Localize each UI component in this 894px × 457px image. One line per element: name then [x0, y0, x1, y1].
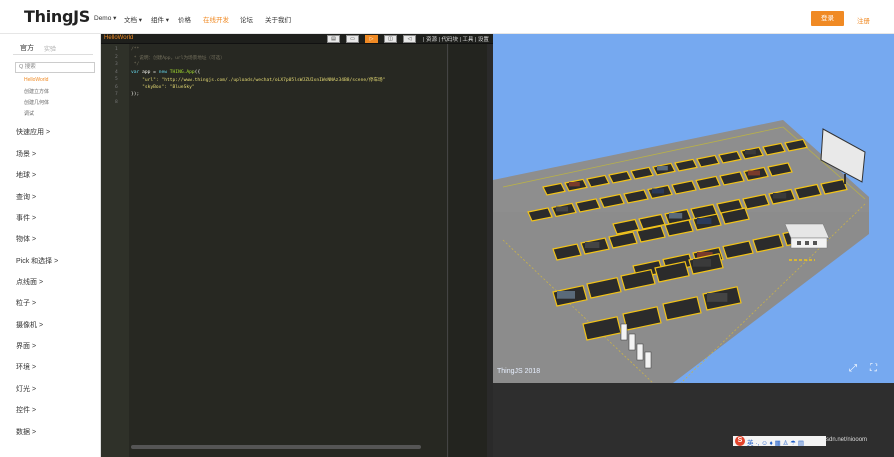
send-icon[interactable]: ◁ [403, 35, 416, 43]
parked-car [585, 242, 600, 249]
sidebar-item-create-geometry[interactable]: 创建几何体 [24, 99, 49, 106]
code-token: "http://www.thingjs.com/./uploads/wechat… [161, 78, 386, 83]
sidebar-item-create-cube[interactable]: 创建立方体 [24, 88, 49, 95]
code-token: "url": [131, 78, 162, 83]
parked-car [557, 291, 575, 299]
category-objects[interactable]: 物体 > [16, 234, 36, 244]
line-gutter [101, 44, 129, 457]
top-navbar: ThingJS Demo ▾ 文档 ▾ 组件 ▾ 价格 在线开发 论坛 关于我们… [0, 0, 894, 34]
line-number: 4 [115, 69, 118, 75]
editor-title: HelloWorld [104, 35, 134, 41]
register-link[interactable]: 注册 [857, 15, 870, 25]
line-number: 5 [115, 77, 118, 82]
fullscreen-icon[interactable]: ⛶ [870, 363, 877, 374]
sidebar-item-helloworld[interactable]: HelloWorld [24, 77, 48, 83]
category-earth[interactable]: 地球 > [16, 170, 36, 180]
nav-about[interactable]: 关于我们 [265, 14, 291, 24]
category-scene[interactable]: 场景 > [16, 149, 36, 159]
code-line: "url": "http://www.thingjs.com/./uploads… [131, 77, 385, 83]
thingjs-logo[interactable]: ThingJS [24, 7, 90, 26]
login-button[interactable]: 登录 [811, 11, 844, 26]
nav-docs[interactable]: 文档 ▾ [124, 14, 142, 24]
expand-icon[interactable]: ⤢ [849, 363, 857, 374]
code-token: "BlueSky" [169, 84, 195, 90]
sogou-ime-icon[interactable]: S [735, 436, 745, 446]
sidebar-item-debug[interactable]: 调试 [24, 110, 34, 117]
category-ui[interactable]: 界面 > [16, 341, 36, 351]
category-lighting[interactable]: 灯光 > [16, 384, 36, 394]
category-controls[interactable]: 控件 > [16, 405, 36, 415]
category-particles[interactable]: 粒子 > [16, 298, 36, 308]
line-number: 2 [115, 54, 118, 60]
csdn-watermark: sdn.net/niooom [826, 437, 868, 443]
editor-toolbar: HelloWorld ▤ ▭ ▷ ◫ ◁ | 资源 | 代码块 | 工具 | 设… [101, 34, 493, 44]
ime-status[interactable]: 英 ·, ☺ ♦ ▦ ♙ ☂ ▤ [747, 437, 804, 447]
run-icon[interactable]: ▷ [365, 35, 378, 43]
3d-viewport[interactable]: ThingJS 2018 ⤢ ⛶ [493, 34, 894, 383]
horizontal-scrollbar[interactable] [131, 445, 421, 449]
parked-car [748, 170, 760, 176]
code-line: */ [131, 62, 140, 67]
category-pick-select[interactable]: Pick 和选择 > [16, 256, 58, 266]
parked-car [657, 166, 668, 171]
parked-car [745, 150, 756, 155]
line-number: 3 [115, 62, 118, 67]
code-line: * 说明：创建App，url为场景地址（可选） [131, 55, 225, 61]
sidebar: 官方 实验 Q 搜索 HelloWorld 创建立方体 创建几何体 调试 快速应… [0, 34, 101, 457]
category-data[interactable]: 数据 > [16, 427, 36, 437]
category-camera[interactable]: 摄像机 > [16, 320, 43, 330]
parking-lot-scene [493, 120, 869, 383]
viewport-footer [493, 383, 894, 457]
code-editor[interactable]: HelloWorld ▤ ▭ ▷ ◫ ◁ | 资源 | 代码块 | 工具 | 设… [101, 34, 493, 457]
save-icon[interactable]: ▭ [346, 35, 359, 43]
share-icon[interactable]: ◫ [384, 35, 397, 43]
tab-official[interactable]: 官方 [20, 43, 34, 53]
code-token: ({ [194, 69, 201, 75]
code-line: var app = new THING.App({ [131, 70, 200, 75]
line-number: 1 [115, 47, 118, 52]
parked-car [697, 218, 712, 225]
category-events[interactable]: 事件 > [16, 213, 36, 223]
parked-car [652, 188, 664, 194]
parked-car [693, 259, 711, 267]
code-token: new [158, 69, 167, 75]
code-line: }); [131, 92, 140, 97]
vertical-ruler [447, 44, 448, 457]
parked-car [556, 206, 568, 212]
line-number: 7 [115, 92, 118, 97]
code-token: THING.App [167, 69, 195, 75]
nav-components[interactable]: 组件 ▾ [151, 14, 169, 24]
nav-forum[interactable]: 论坛 [240, 14, 253, 24]
viewport-watermark: ThingJS 2018 [497, 368, 541, 375]
nav-online-dev[interactable]: 在线开发 [203, 14, 229, 24]
line-number: 8 [115, 99, 118, 105]
parked-car [669, 213, 683, 219]
category-environment[interactable]: 环境 > [16, 362, 36, 372]
tab-lab[interactable]: 实验 [44, 44, 56, 53]
code-line: "skyBox": "BlueSky" [131, 85, 195, 90]
code-line: /** [131, 47, 140, 52]
search-input[interactable]: Q 搜索 [15, 62, 95, 73]
category-quick-apps[interactable]: 快速应用 > [16, 127, 50, 137]
category-query[interactable]: 查询 > [16, 192, 36, 202]
code-token: app = [139, 69, 159, 75]
new-file-icon[interactable]: ▤ [327, 35, 340, 43]
parked-car [773, 193, 787, 199]
toolbar-links[interactable]: | 资源 | 代码块 | 工具 | 设置 [423, 35, 489, 43]
sidebar-tabs: 官方 实验 [13, 41, 93, 55]
parked-car [569, 182, 580, 187]
category-point-line-face[interactable]: 点线面 > [16, 277, 43, 287]
parked-car [707, 293, 728, 302]
code-token: "skyBox": [131, 84, 170, 90]
line-number: 6 [115, 84, 118, 90]
nav-demo[interactable]: Demo ▾ [94, 14, 116, 22]
nav-pricing[interactable]: 价格 [178, 14, 191, 24]
